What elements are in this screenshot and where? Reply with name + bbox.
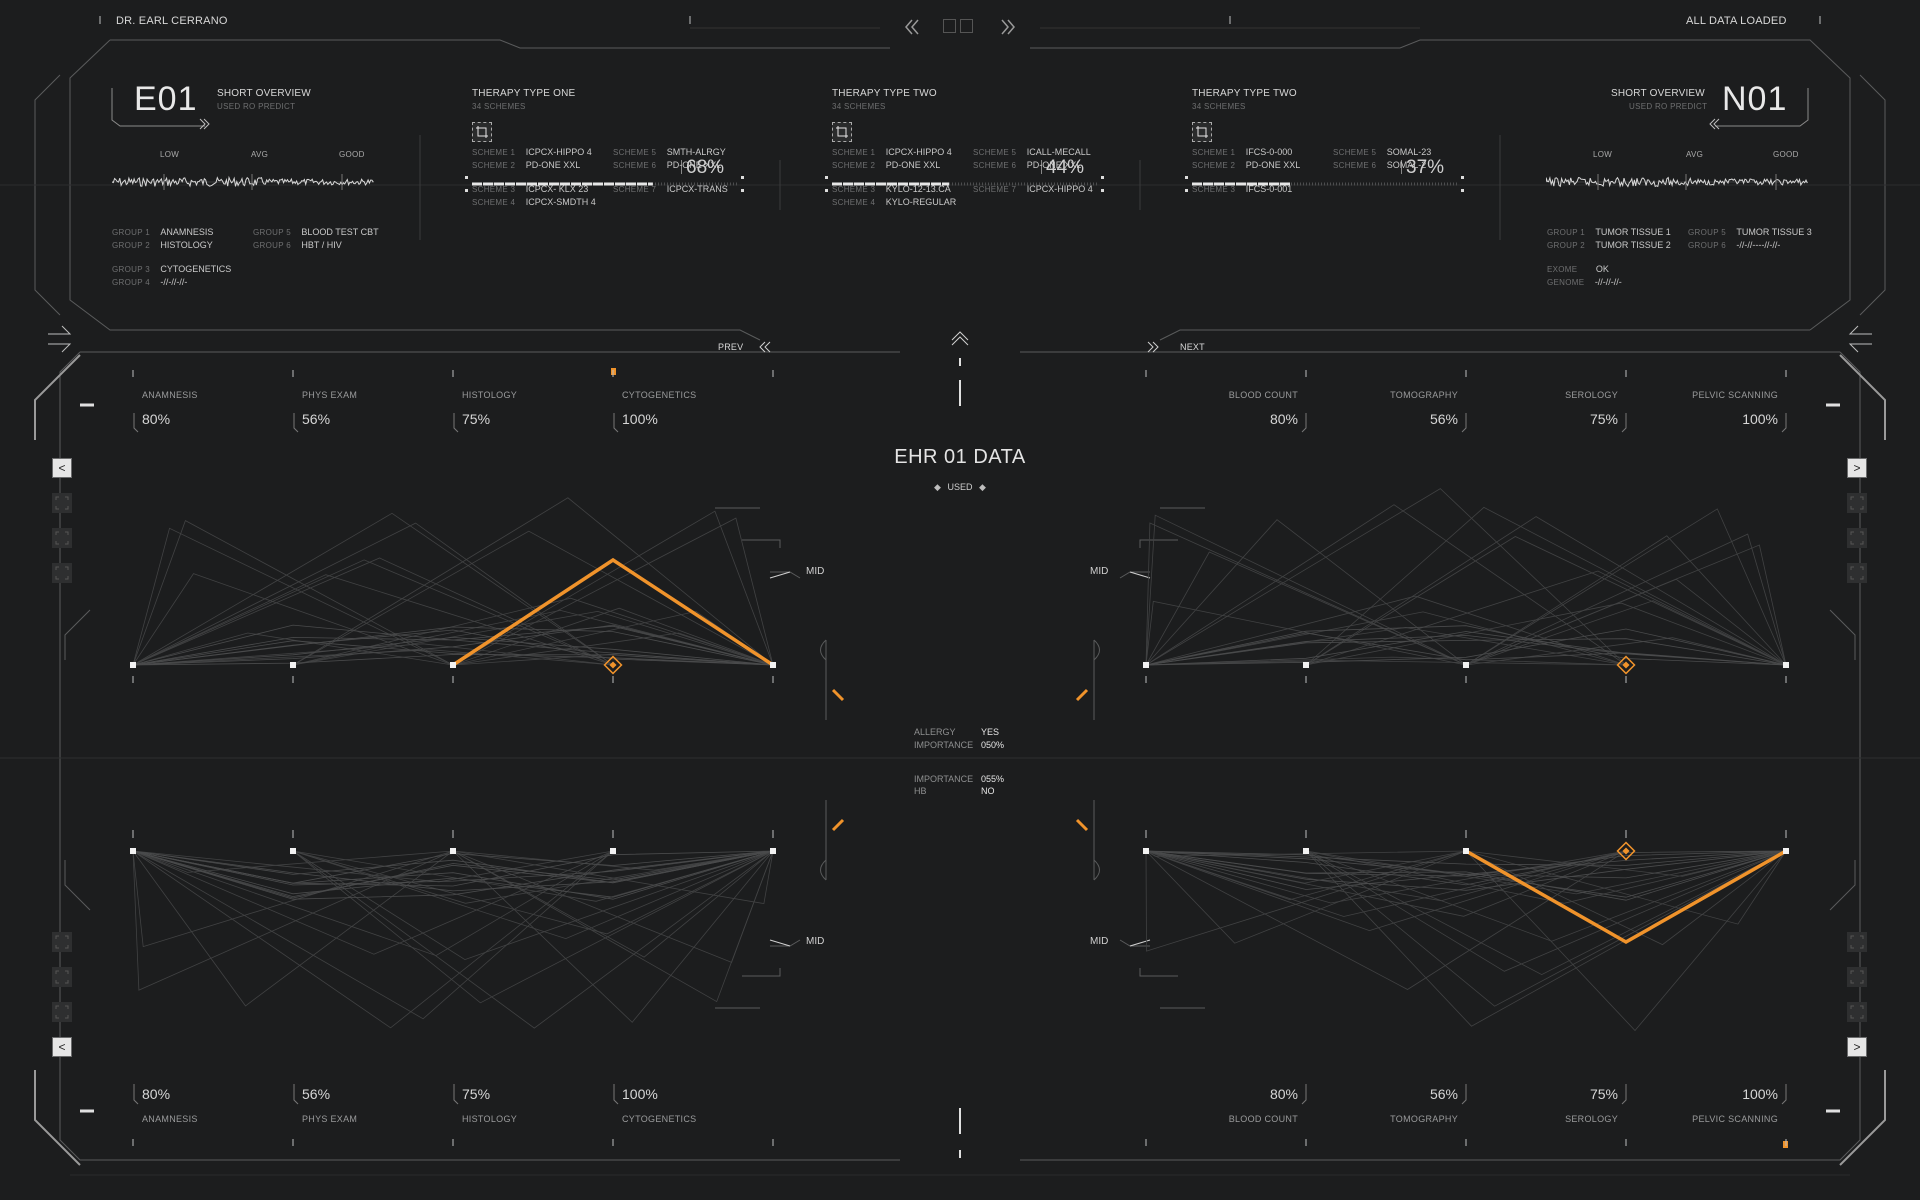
axis-node[interactable] (1783, 848, 1789, 854)
axis-node[interactable] (1783, 662, 1789, 668)
axis-node[interactable] (1463, 662, 1469, 668)
metric-bracket (133, 1084, 139, 1105)
mid-label: MID (806, 936, 825, 947)
expand-button[interactable] (1847, 1002, 1867, 1022)
expand-button[interactable] (1847, 493, 1867, 513)
axis-node[interactable] (130, 848, 136, 854)
expand-icon (55, 531, 69, 545)
expand-button[interactable] (52, 932, 72, 952)
metric-bracket (1621, 1084, 1627, 1105)
collapse-right-button[interactable]: > (1847, 458, 1867, 478)
parallel-plots (130, 370, 1789, 1146)
expand-icon (55, 496, 69, 510)
selected-node-core (609, 661, 617, 669)
metric-bracket (613, 1084, 619, 1105)
chevron-right-icon: > (1853, 1040, 1861, 1054)
metric-bracket (1461, 413, 1467, 433)
profile-line (1465, 600, 1787, 666)
expand-button[interactable] (52, 493, 72, 513)
used-label: USED (947, 482, 973, 492)
expand-icon (1850, 970, 1864, 984)
info-key: HB (914, 786, 927, 796)
profile-line (292, 850, 774, 961)
expand-icon (55, 935, 69, 949)
expand-icon (55, 970, 69, 984)
metric-bracket (453, 413, 459, 433)
expand-button[interactable] (1847, 967, 1867, 987)
profile-line (1145, 850, 1787, 901)
axis-node[interactable] (770, 848, 776, 854)
selected-node-core (1622, 847, 1630, 855)
expand-icon (1850, 1005, 1864, 1019)
metric-bracket (1301, 1084, 1307, 1105)
profile-line (452, 517, 774, 666)
expand-button[interactable] (52, 1002, 72, 1022)
metric-bracket (1461, 1084, 1467, 1105)
metric-bracket (293, 1084, 299, 1105)
metric-bracket (453, 1084, 459, 1105)
expand-icon (55, 1005, 69, 1019)
profile-line (132, 850, 614, 1029)
expand-icon (1850, 531, 1864, 545)
profile-line (1145, 634, 1787, 666)
axis-node[interactable] (290, 848, 296, 854)
axis-node[interactable] (610, 848, 616, 854)
diamond-icon: ◆ (934, 482, 941, 492)
info-value: NO (981, 786, 995, 796)
axis-node[interactable] (1303, 848, 1309, 854)
expand-button[interactable] (52, 563, 72, 583)
expand-button[interactable] (52, 528, 72, 548)
profile-line (1465, 578, 1787, 666)
profile-line (132, 649, 614, 666)
collapse-right-bottom-button[interactable]: > (1847, 1037, 1867, 1057)
expand-button[interactable] (1847, 528, 1867, 548)
expand-icon (55, 566, 69, 580)
expand-button[interactable] (1847, 932, 1867, 952)
expand-icon (1850, 496, 1864, 510)
metric-bracket (1781, 1084, 1787, 1105)
collapse-left-bottom-button[interactable]: < (52, 1037, 72, 1057)
expand-icon (1850, 935, 1864, 949)
expand-icon (1850, 566, 1864, 580)
mid-label: MID (806, 566, 825, 577)
axis-node[interactable] (1303, 662, 1309, 668)
axis-node[interactable] (130, 662, 136, 668)
axis-node[interactable] (1143, 662, 1149, 668)
profile-line (292, 850, 774, 1029)
axis-node[interactable] (1143, 848, 1149, 854)
info-value: 050% (981, 740, 1005, 750)
metric-bracket (613, 413, 619, 433)
chevron-left-icon: < (58, 461, 66, 475)
profile-line (292, 530, 774, 666)
metric-bracket (1781, 413, 1787, 433)
axis-node[interactable] (770, 662, 776, 668)
chevron-left-icon: < (58, 1040, 66, 1054)
info-key: IMPORTANCE (914, 740, 974, 750)
mid-label: MID (1090, 566, 1109, 577)
metric-bracket (1301, 413, 1307, 433)
axis-node[interactable] (290, 662, 296, 668)
chevron-right-icon: > (1853, 461, 1861, 475)
profile-line (452, 850, 774, 1003)
metric-bracket (133, 413, 139, 433)
profile-line (132, 850, 774, 898)
profile-line (132, 559, 614, 666)
expand-button[interactable] (52, 967, 72, 987)
center-title: EHR 01 DATA (894, 446, 1026, 468)
info-top: ALLERGY YES IMPORTANCE 050% (914, 722, 1034, 750)
mid-label: MID (1090, 936, 1109, 947)
profile-line (132, 850, 774, 898)
axis-node[interactable] (1463, 848, 1469, 854)
diamond-icon: ◆ (979, 482, 986, 492)
info-bottom: IMPORTANCE 055% HB NO (914, 769, 1034, 796)
used-badge: ◆ USED ◆ (900, 482, 1020, 493)
axis-node[interactable] (450, 848, 456, 854)
axis-node[interactable] (450, 662, 456, 668)
collapse-left-button[interactable]: < (52, 458, 72, 478)
expand-button[interactable] (1847, 563, 1867, 583)
profile-line (1305, 602, 1787, 666)
metric-bracket (293, 413, 299, 433)
metric-bracket (1621, 413, 1627, 433)
